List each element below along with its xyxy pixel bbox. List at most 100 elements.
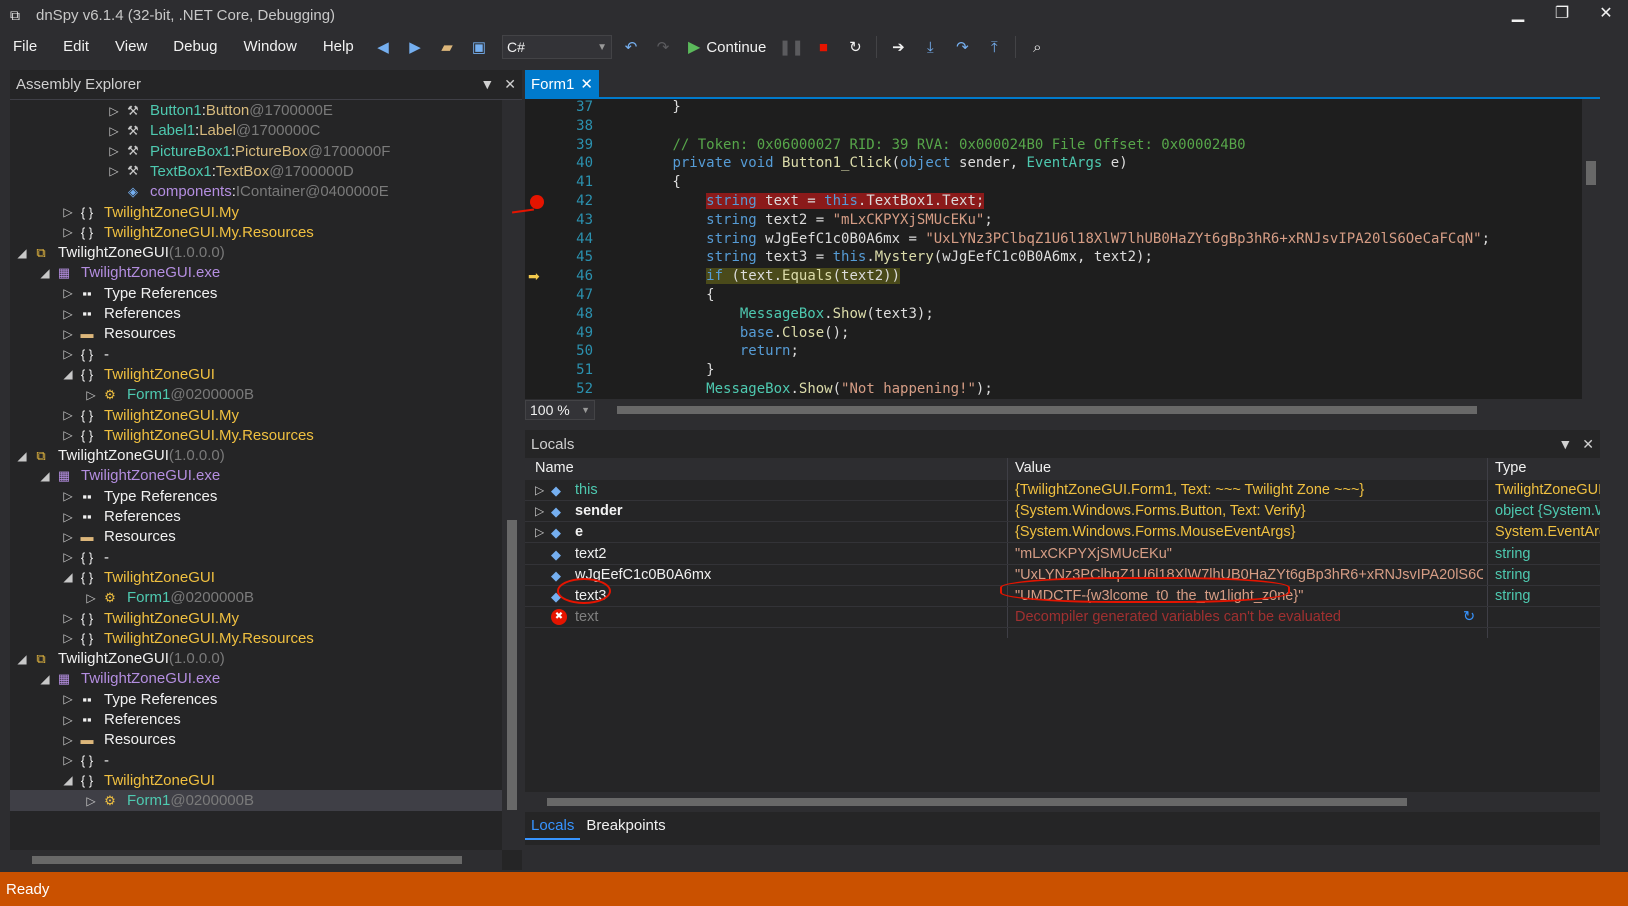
tree-node[interactable]: ◢ ⧉ TwilightZoneGUI (1.0.0.0) [10, 648, 502, 669]
nav-back-icon[interactable]: ◀ [370, 34, 396, 60]
expand-arrow-icon[interactable]: ▷ [83, 591, 99, 605]
collapse-arrow-icon[interactable]: ◢ [37, 469, 53, 483]
tree-node[interactable]: ◢ ▦ TwilightZoneGUI.exe [10, 262, 502, 283]
step-into-icon[interactable]: ⤓ [917, 34, 943, 60]
tree-node[interactable]: ▷ ▪▪ References [10, 506, 502, 527]
expand-arrow-icon[interactable]: ▷ [60, 225, 76, 239]
tree-node[interactable]: ◢ { } TwilightZoneGUI [10, 567, 502, 588]
tree-node[interactable]: ▷ ▬ Resources [10, 526, 502, 547]
code-line[interactable]: string wJgEefC1c0B0A6mx = "UxLYNz3PClbqZ… [605, 231, 1490, 250]
tree-node[interactable]: ▷ ⚒ Label1 : Label @1700000C [10, 120, 502, 141]
expand-arrow-icon[interactable]: ▷ [60, 428, 76, 442]
code-line[interactable]: // Token: 0x06000027 RID: 39 RVA: 0x0000… [605, 137, 1245, 156]
locals-row[interactable]: ✖ text Decompiler generated variables can'… [525, 607, 1600, 629]
locals-row[interactable]: ▷ ◆ this {TwilightZoneGUI.Form1, Text: ~~~ … [525, 480, 1600, 501]
tree-node[interactable]: ▷ ▬ Resources [10, 729, 502, 750]
minimize-button[interactable]: ▁ [1496, 0, 1540, 26]
expand-arrow-icon[interactable]: ▷ [60, 327, 76, 341]
tree-node[interactable]: ▷ { } TwilightZoneGUI.My [10, 202, 502, 223]
expand-arrow-icon[interactable]: ▷ [60, 347, 76, 361]
code-line[interactable]: string text = this.TextBox1.Text; [605, 193, 985, 212]
language-select[interactable]: C# ▼ [502, 35, 612, 59]
code-line[interactable]: } [605, 99, 680, 118]
scrollbar-thumb[interactable] [32, 856, 462, 864]
menu-file[interactable]: File [0, 30, 50, 64]
code-line[interactable]: base.Close(); [605, 325, 850, 344]
tree-node[interactable]: ▷ { } TwilightZoneGUI.My.Resources [10, 425, 502, 446]
close-icon[interactable]: ✕ [504, 76, 516, 93]
refresh-icon[interactable]: ↻ [1463, 607, 1475, 628]
editor-vertical-scrollbar[interactable] [1582, 99, 1600, 399]
show-next-statement-icon[interactable]: ➔ [885, 34, 911, 60]
code-line[interactable]: { [605, 174, 680, 193]
expand-arrow-icon[interactable]: ▷ [83, 794, 99, 808]
expand-arrow-icon[interactable]: ▷ [60, 631, 76, 645]
local-value[interactable]: {System.Windows.Forms.Button, Text: Veri… [1015, 501, 1483, 522]
continue-button[interactable]: ▶ Continue [682, 37, 772, 57]
collapse-arrow-icon[interactable]: ◢ [60, 367, 76, 381]
code-line[interactable]: private void Button1_Click(object sender… [605, 155, 1127, 174]
expand-arrow-icon[interactable]: ▷ [60, 753, 76, 767]
close-icon[interactable]: ✕ [1582, 436, 1594, 453]
menu-view[interactable]: View [102, 30, 160, 64]
menu-help[interactable]: Help [310, 30, 367, 64]
code-line[interactable]: } [605, 362, 714, 381]
expand-arrow-icon[interactable]: ▷ [535, 522, 544, 543]
code-line[interactable]: { [605, 287, 714, 306]
collapse-arrow-icon[interactable]: ◢ [60, 570, 76, 584]
tree-node[interactable]: ◢ ⧉ TwilightZoneGUI (1.0.0.0) [10, 445, 502, 466]
tab-form1[interactable]: Form1 ✕ [525, 70, 599, 98]
locals-row[interactable]: ▷ ◆ e {System.Windows.Forms.MouseEventArgs}… [525, 522, 1600, 544]
collapse-arrow-icon[interactable]: ◢ [14, 246, 30, 260]
expand-arrow-icon[interactable]: ▷ [106, 144, 122, 158]
menu-debug[interactable]: Debug [160, 30, 230, 64]
tab-locals[interactable]: Locals [525, 812, 581, 840]
tree-node[interactable]: ▷ { } TwilightZoneGUI.My.Resources [10, 222, 502, 243]
code-area[interactable]: } // Token: 0x06000027 RID: 39 RVA: 0x00… [605, 99, 1580, 399]
expand-arrow-icon[interactable]: ▷ [106, 164, 122, 178]
redo-icon[interactable]: ↷ [650, 34, 676, 60]
expand-arrow-icon[interactable]: ▷ [60, 286, 76, 300]
tree-node[interactable]: ▷ ⚒ TextBox1 : TextBox @1700000D [10, 161, 502, 182]
close-window-button[interactable]: ✕ [1584, 0, 1628, 26]
expand-arrow-icon[interactable]: ▷ [60, 692, 76, 706]
tree-node[interactable]: ▷ { } TwilightZoneGUI.My [10, 608, 502, 629]
assembly-tree[interactable]: ▷ ⚒ Button1 : Button @1700000E ▷ ⚒ Label1 : L… [10, 100, 502, 850]
tree-node[interactable]: ▷ { } TwilightZoneGUI.My.Resources [10, 628, 502, 649]
menu-edit[interactable]: Edit [50, 30, 102, 64]
code-line[interactable]: return; [605, 343, 799, 362]
panel-menu-icon[interactable]: ▼ [1558, 436, 1572, 453]
tree-node[interactable]: ▷ ▪▪ References [10, 709, 502, 730]
code-line[interactable]: MessageBox.Show("Not happening!"); [605, 381, 993, 399]
tree-node[interactable]: ▷ { } - [10, 344, 502, 365]
stop-icon[interactable]: ■ [810, 34, 836, 60]
scrollbar-thumb[interactable] [1586, 161, 1596, 185]
editor-horizontal-scrollbar[interactable] [617, 406, 1477, 414]
zoom-select[interactable]: 100 % ▼ [525, 400, 595, 420]
tree-horizontal-scrollbar[interactable] [10, 850, 502, 870]
tree-node[interactable]: ◢ ▦ TwilightZoneGUI.exe [10, 668, 502, 689]
step-over-icon[interactable]: ↷ [949, 34, 975, 60]
tree-node[interactable]: ▷ ⚙ Form1 @0200000B [10, 587, 502, 608]
tree-node[interactable]: ◢ ⧉ TwilightZoneGUI (1.0.0.0) [10, 242, 502, 263]
local-value[interactable]: "mLxCKPYXjSMUcEKu" [1015, 544, 1483, 565]
expand-arrow-icon[interactable]: ▷ [60, 510, 76, 524]
tree-node[interactable]: ◢ ▦ TwilightZoneGUI.exe [10, 465, 502, 486]
panel-menu-icon[interactable]: ▼ [480, 76, 494, 93]
locals-horizontal-scrollbar[interactable] [525, 792, 1600, 812]
expand-arrow-icon[interactable]: ▷ [60, 530, 76, 544]
editor-gutter[interactable]: 37 38 39 40 41 42 43 44 45 46 ➡ 47 48 49 50 51 52 [525, 99, 595, 399]
tree-node[interactable]: ▷ ▪▪ Type References [10, 689, 502, 710]
restart-icon[interactable]: ↻ [842, 34, 868, 60]
column-value[interactable]: Value [1015, 458, 1051, 479]
tree-node[interactable]: ◢ { } TwilightZoneGUI [10, 364, 502, 385]
search-icon[interactable]: ⌕ [1024, 34, 1050, 60]
tree-node[interactable]: ▷ ⚙ Form1 @0200000B [10, 384, 502, 405]
expand-arrow-icon[interactable]: ▷ [60, 205, 76, 219]
undo-icon[interactable]: ↶ [618, 34, 644, 60]
tree-node[interactable]: ▷ { } TwilightZoneGUI.My [10, 405, 502, 426]
pause-icon[interactable]: ❚❚ [778, 34, 804, 60]
expand-arrow-icon[interactable]: ▷ [60, 733, 76, 747]
tree-node[interactable]: ◈ components : IContainer @0400000E [10, 181, 502, 202]
step-out-icon[interactable]: ⤒ [981, 34, 1007, 60]
